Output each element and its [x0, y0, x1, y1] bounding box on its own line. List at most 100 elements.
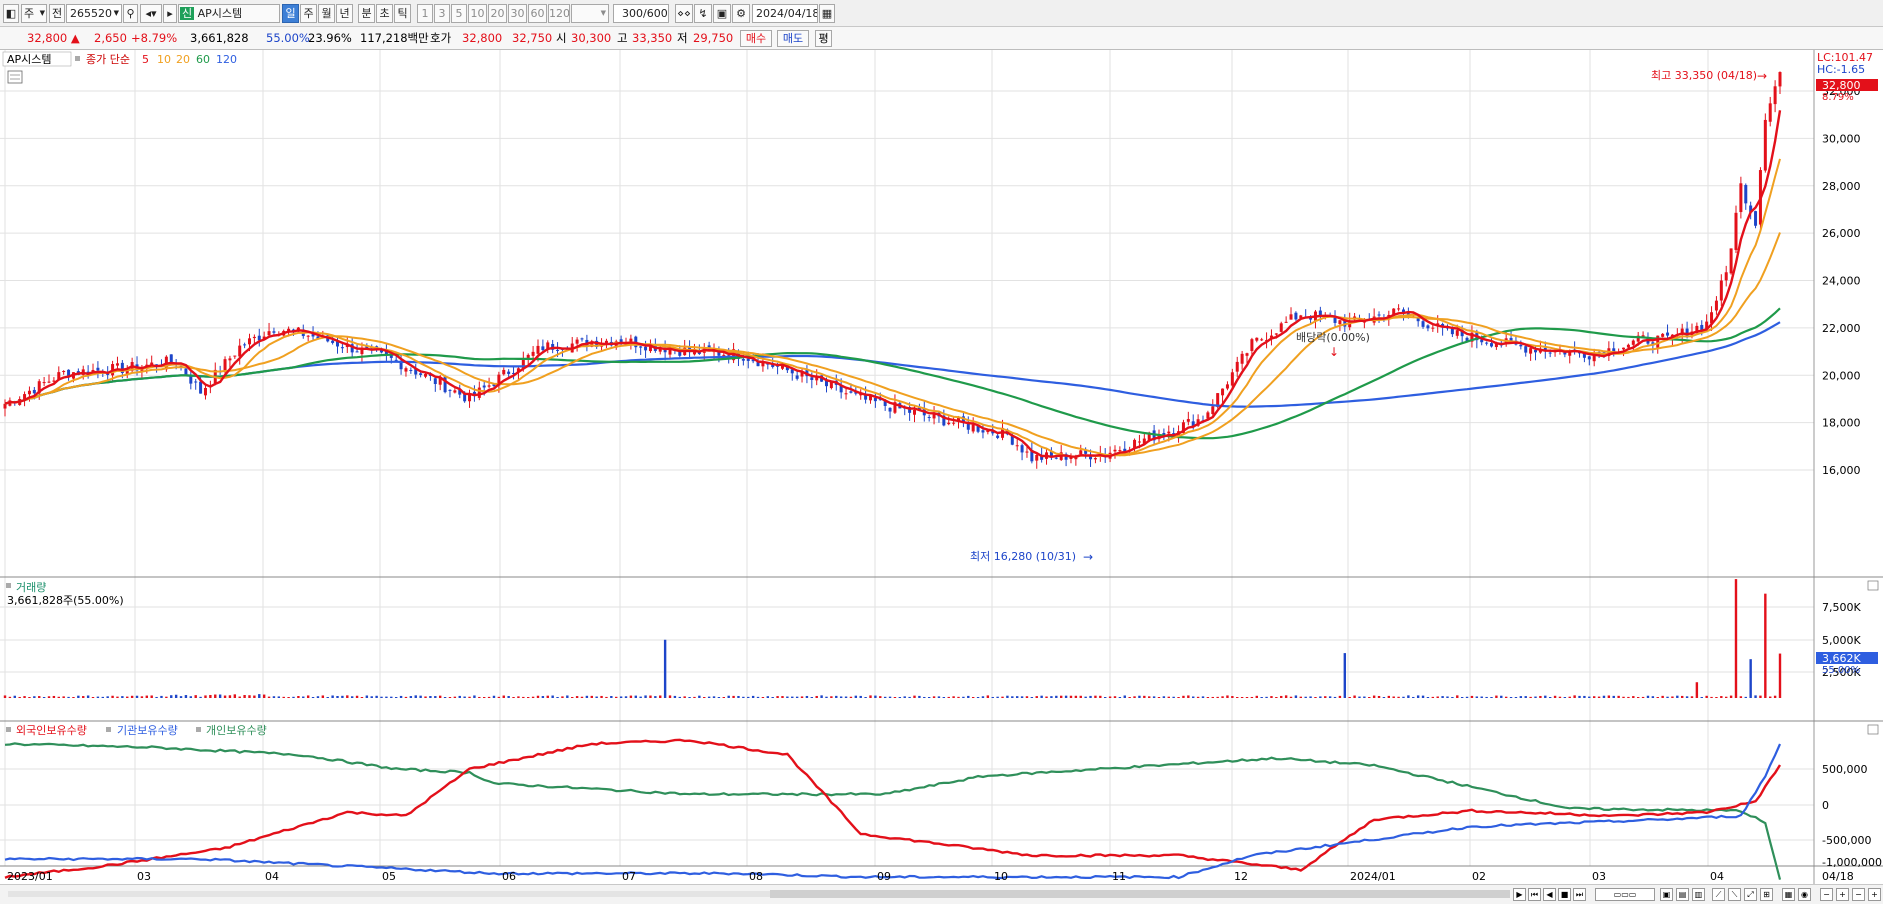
volume-bar — [585, 695, 589, 698]
layout-icon[interactable]: ▣ — [1660, 888, 1673, 901]
volume-bar — [639, 696, 642, 698]
volume-bar — [155, 696, 158, 698]
tab-period-minute[interactable]: 분 — [358, 4, 375, 23]
volume-bar — [1270, 696, 1273, 698]
candle-body — [1622, 347, 1626, 350]
scroll-thumb[interactable] — [770, 890, 1510, 898]
volume-bar — [1416, 695, 1420, 698]
candle-body — [1763, 119, 1767, 171]
horizontal-scrollbar[interactable]: ▶ ⏮ ◀ ■ ⏭ ▭▭▭ ▣ ▤ ▥ ⟋ ⟍ ⤢ ⊞ ▦ ◉ − + − + — [0, 884, 1883, 904]
stop-icon[interactable]: ■ — [1558, 888, 1571, 901]
chart-area[interactable]: AP시스템 종가 단순 5 10 20 60 120 32,000 30,000 2… — [0, 50, 1883, 898]
minute-option-120[interactable]: 120 — [548, 4, 570, 23]
drawing-icon[interactable]: ⊞ — [1760, 888, 1773, 901]
zoom-reset-icon[interactable]: − — [1852, 888, 1865, 901]
zoom-out-icon[interactable]: − — [1820, 888, 1833, 901]
replay-icon[interactable]: ↯ — [694, 4, 712, 23]
volume-bar — [536, 695, 540, 698]
candle-body — [873, 397, 877, 402]
minute-option-10[interactable]: 10 — [468, 4, 487, 23]
scroll-next-icon[interactable]: ⏭ — [1573, 888, 1586, 901]
data-count-field[interactable]: 300/600 — [613, 4, 669, 23]
candle-body — [1524, 346, 1528, 353]
zoom-plus-icon[interactable]: + — [1868, 888, 1881, 901]
layout-icon[interactable]: ▤ — [1676, 888, 1689, 901]
search-icon[interactable]: ⚲ — [123, 4, 138, 23]
tab-period-month[interactable]: 월 — [318, 4, 335, 23]
volume-bar — [517, 696, 520, 698]
tab-period-second[interactable]: 초 — [376, 4, 393, 23]
volume-bar — [1661, 695, 1664, 698]
quote-change: 2,650 — [94, 31, 127, 45]
calendar-icon[interactable]: ▦ — [819, 4, 835, 23]
ma-period-10: 10 — [157, 53, 171, 66]
save-icon[interactable]: ▣ — [713, 4, 731, 23]
volume-bar — [140, 696, 144, 698]
volume-bar — [218, 694, 222, 698]
volume-bar — [908, 696, 911, 698]
period-select[interactable]: 주 ▼ — [21, 4, 47, 23]
minute-option-3[interactable]: 3 — [434, 4, 450, 23]
buy-button[interactable]: 매수 — [740, 30, 772, 47]
minute-option-20[interactable]: 20 — [488, 4, 507, 23]
zoom-in-icon[interactable]: + — [1836, 888, 1849, 901]
volume-bar — [1152, 696, 1156, 698]
stock-code-input[interactable]: 265520 ▼ — [66, 4, 122, 23]
volume-bar — [722, 697, 726, 698]
volume-bar — [42, 697, 46, 698]
candle-body — [340, 347, 344, 349]
volume-bar — [1128, 697, 1131, 698]
gear-icon[interactable]: ⚙ — [732, 4, 750, 23]
stock-name-field[interactable]: 신 AP시스템 — [178, 4, 280, 23]
date-input[interactable]: 2024/04/18 — [752, 4, 818, 23]
minute-option-1[interactable]: 1 — [417, 4, 433, 23]
volume-bar — [1421, 695, 1425, 698]
layout-icon[interactable]: ▥ — [1692, 888, 1705, 901]
prev-stock-icon[interactable]: ◂▾ — [140, 4, 162, 23]
drawing-icon[interactable]: ⟍ — [1728, 888, 1741, 901]
minute-option-60[interactable]: 60 — [528, 4, 547, 23]
minute-option-30[interactable]: 30 — [508, 4, 527, 23]
volume-bar — [1504, 696, 1508, 698]
volume-bar — [654, 696, 657, 698]
panel-collapse-icon[interactable] — [1867, 580, 1879, 591]
panel-collapse-icon[interactable] — [1867, 724, 1879, 735]
zoom-range-icon[interactable]: ▭▭▭ — [1595, 888, 1655, 901]
volume-bar — [1588, 696, 1591, 698]
minute-option-5[interactable]: 5 — [451, 4, 467, 23]
drawing-icon[interactable]: ⟋ — [1712, 888, 1725, 901]
tab-period-week[interactable]: 주 — [300, 4, 317, 23]
scroll-prev-icon[interactable]: ◀ — [1543, 888, 1556, 901]
quote-amount: 117,218백만 — [360, 31, 429, 45]
volume-bar — [1744, 696, 1747, 698]
next-stock-icon[interactable]: ▸ — [163, 4, 177, 23]
tab-period-day[interactable]: 일 — [282, 4, 299, 23]
custom-period-select[interactable]: ▼ — [571, 4, 609, 23]
candle-body — [194, 381, 198, 383]
market-select[interactable]: 전 — [49, 4, 65, 23]
scroll-right-icon[interactable]: ▶ — [1513, 888, 1526, 901]
volume-bar — [350, 696, 354, 698]
table-toggle-icon[interactable] — [7, 70, 23, 84]
tab-period-year[interactable]: 년 — [336, 4, 353, 23]
drawing-icon[interactable]: ⤢ — [1744, 888, 1757, 901]
holdings-tick-label: -500,000 — [1822, 834, 1871, 847]
eval-button[interactable]: 평 — [815, 30, 832, 47]
price-tick-label: 16,000 — [1822, 464, 1861, 477]
scroll-first-icon[interactable]: ⏮ — [1528, 888, 1541, 901]
volume-bar — [1656, 697, 1659, 698]
tab-period-tick[interactable]: 틱 — [394, 4, 411, 23]
sell-button[interactable]: 매도 — [777, 30, 809, 47]
window-menu-icon[interactable]: ◧ — [3, 4, 19, 23]
print-icon[interactable]: ▦ — [1782, 888, 1795, 901]
indicator-settings-icon[interactable]: ⋄⋄ — [675, 4, 693, 23]
camera-icon[interactable]: ◉ — [1798, 888, 1811, 901]
volume-bar — [795, 696, 799, 698]
min-price-note: 최저 16,280 (10/31) — [970, 550, 1076, 563]
price-tick-label: 24,000 — [1822, 275, 1861, 288]
volume-bar — [566, 695, 569, 698]
volume-bar — [409, 696, 413, 698]
holdings-tick-label: -1,000,000 — [1822, 856, 1882, 869]
candle-body — [233, 355, 237, 357]
volume-bar — [800, 696, 804, 698]
